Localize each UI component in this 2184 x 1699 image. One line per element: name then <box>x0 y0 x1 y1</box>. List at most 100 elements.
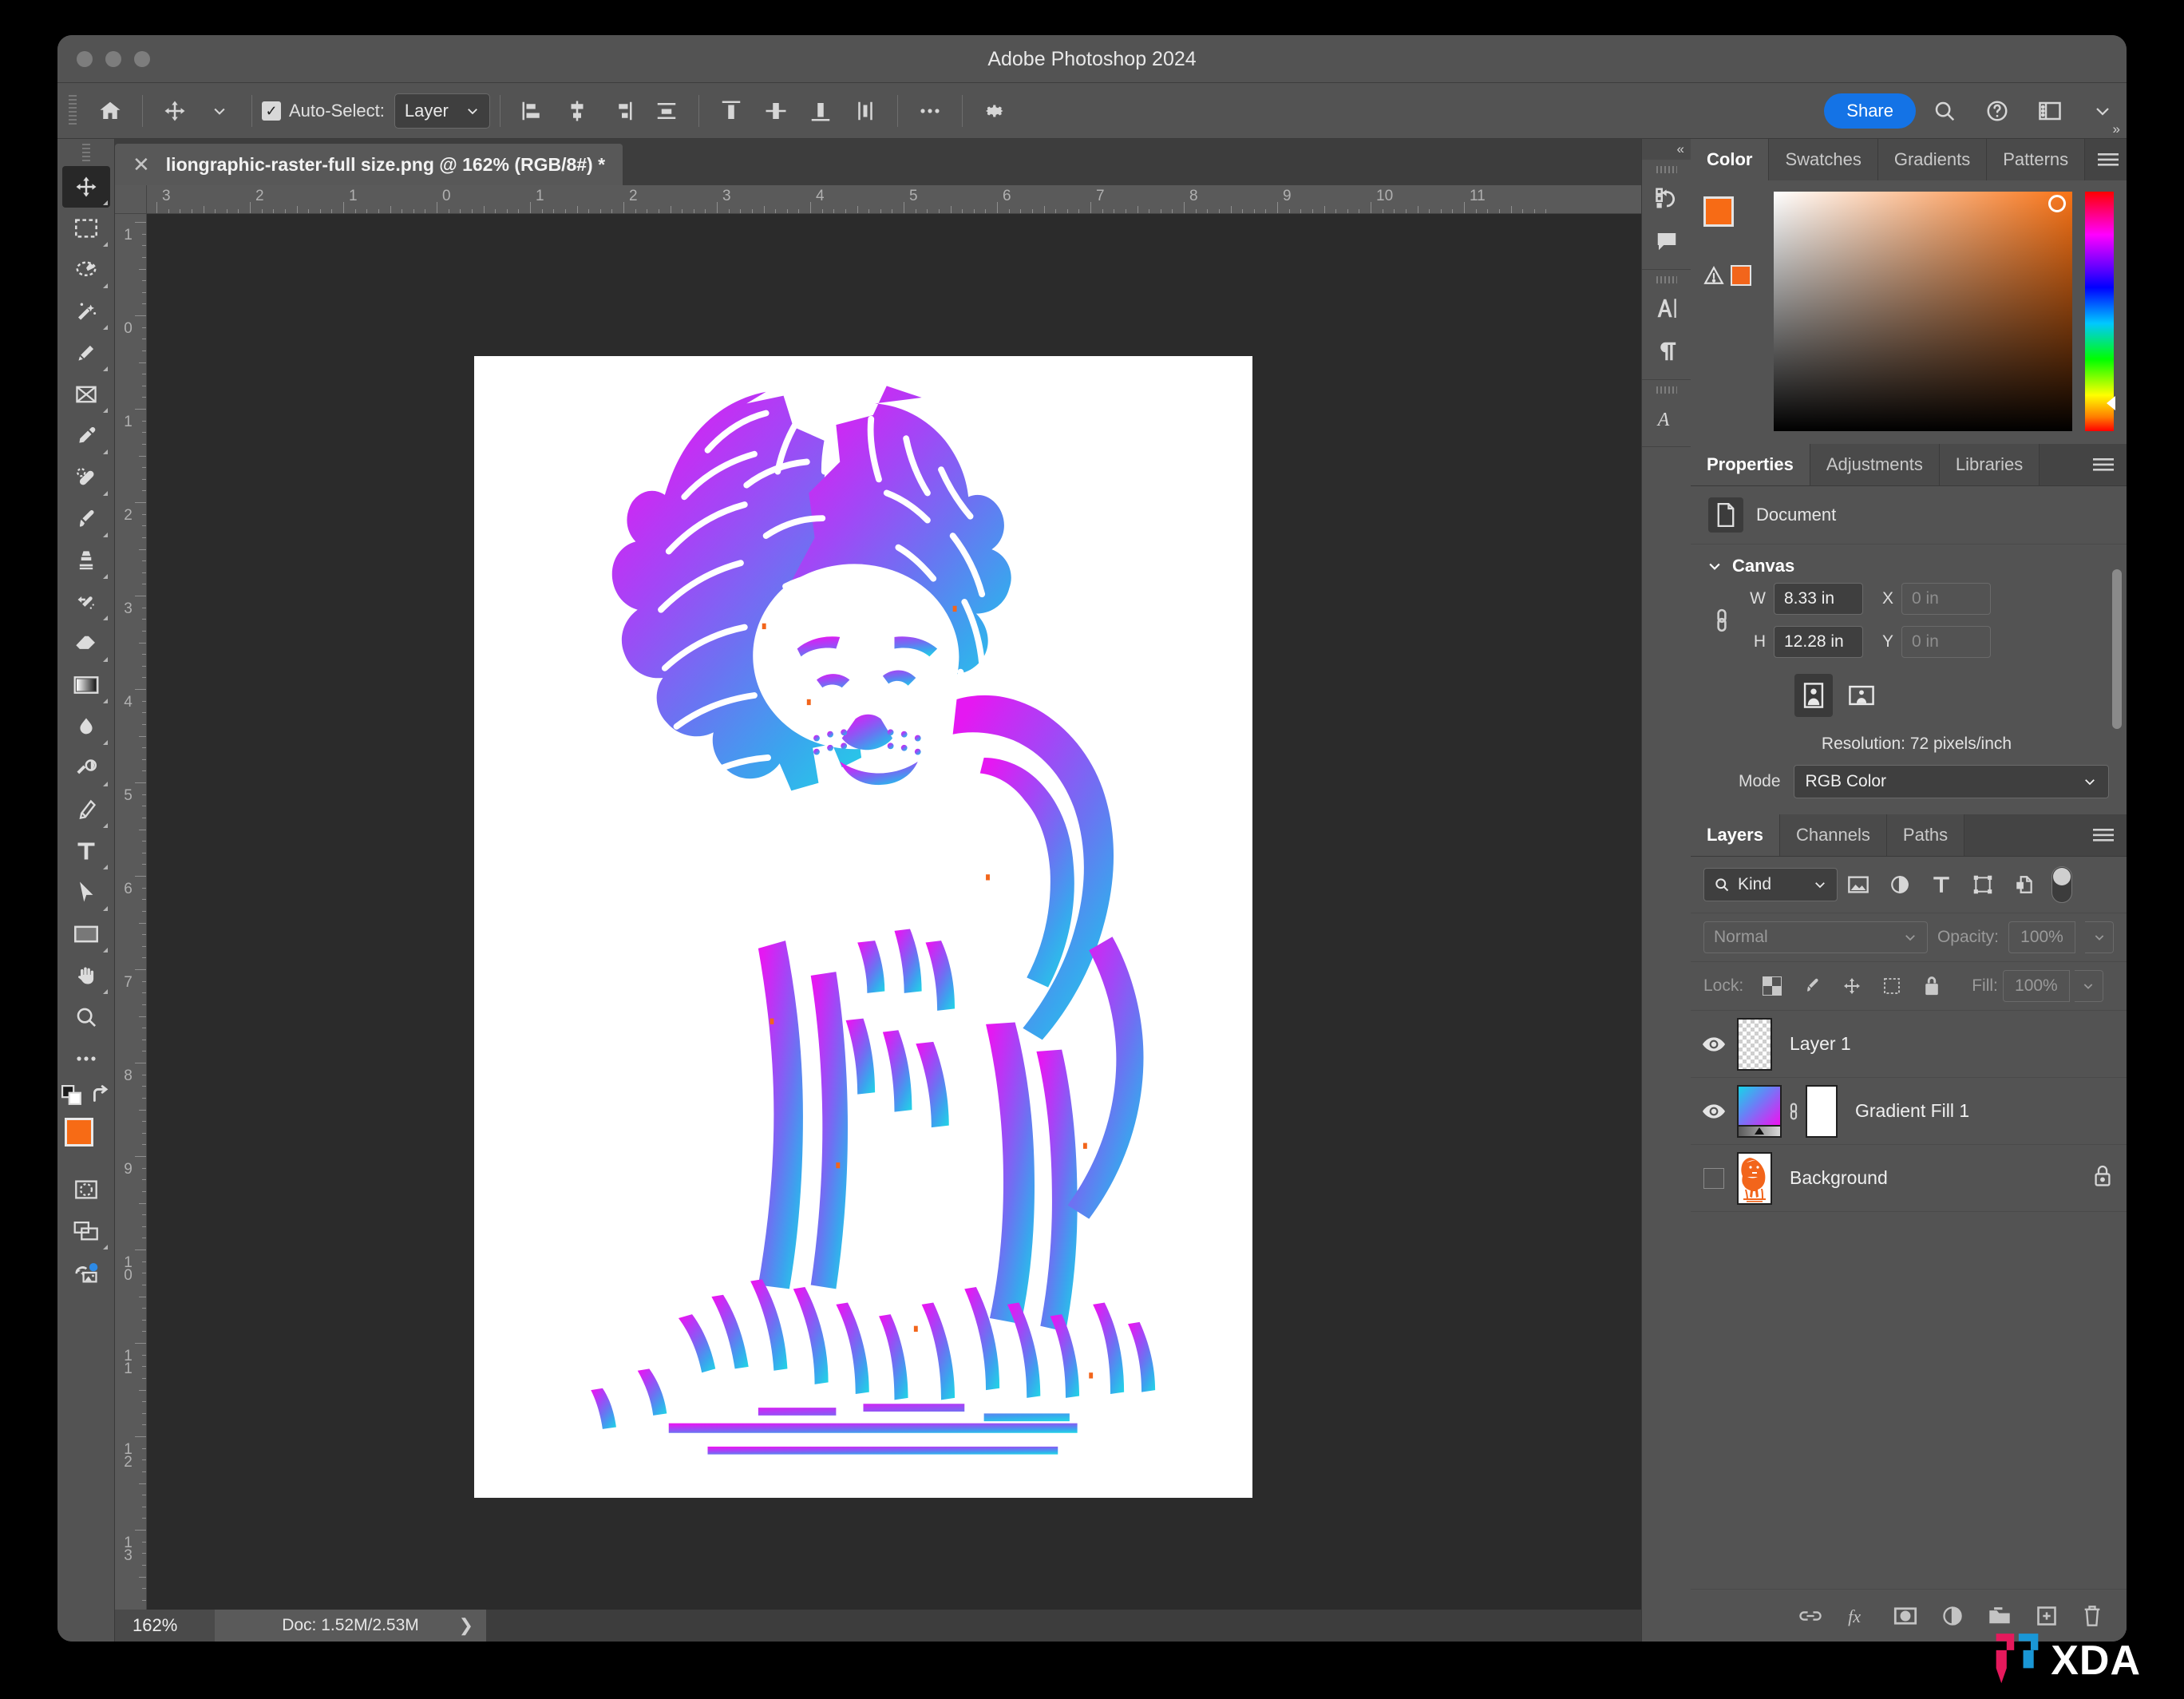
document-info[interactable]: Doc: 1.52M/2.53M ❯ <box>215 1610 486 1642</box>
filter-kind-dropdown[interactable]: Kind <box>1703 868 1838 901</box>
tab-channels[interactable]: Channels <box>1779 814 1887 856</box>
healing-brush-tool[interactable] <box>62 457 110 498</box>
vertical-ruler[interactable]: 1 0 1 2 3 4 5 6 7 8 9 10 11 12 13 <box>115 214 147 1610</box>
zoom-tool[interactable] <box>62 996 110 1038</box>
delete-layer-icon[interactable] <box>2082 1605 2103 1627</box>
layer-name[interactable]: Background <box>1790 1167 1888 1189</box>
color-picker-marker[interactable] <box>2048 195 2066 212</box>
layer-thumbnail[interactable] <box>1737 1151 1772 1205</box>
layer-visibility-toggle[interactable] <box>1691 1036 1737 1052</box>
gear-icon[interactable] <box>972 91 1017 131</box>
tool-preset-chevron-icon[interactable] <box>197 91 242 131</box>
width-input[interactable]: 8.33 in <box>1774 583 1863 615</box>
lock-all-icon[interactable] <box>1914 970 1949 1002</box>
gamut-safe-swatch[interactable] <box>1731 265 1751 286</box>
filter-type-icon[interactable] <box>1921 868 1962 901</box>
generative-fill-icon[interactable] <box>62 1252 110 1293</box>
glyphs-icon[interactable]: A <box>1644 397 1689 440</box>
eyedropper-tool[interactable] <box>62 415 110 457</box>
panel-menu-icon[interactable] <box>2080 814 2127 856</box>
new-adjustment-layer-icon[interactable] <box>1941 1605 1964 1627</box>
filter-pixel-icon[interactable] <box>1838 868 1879 901</box>
close-window-button[interactable] <box>77 51 93 67</box>
link-layers-icon[interactable] <box>1798 1607 1823 1625</box>
tab-patterns[interactable]: Patterns <box>1987 139 2086 180</box>
workspace-icon[interactable] <box>2026 91 2074 131</box>
tab-paths[interactable]: Paths <box>1886 814 1965 856</box>
move-tool[interactable] <box>61 166 110 208</box>
ellipsis-icon[interactable] <box>908 91 952 131</box>
rail-grip[interactable] <box>1656 386 1677 394</box>
layer-mask-thumbnail[interactable] <box>1806 1084 1838 1138</box>
paragraph-icon[interactable] <box>1644 330 1689 373</box>
double-chevron-right-icon[interactable]: » <box>2113 121 2120 137</box>
hue-slider[interactable] <box>2085 192 2115 431</box>
artboard[interactable] <box>474 356 1252 1498</box>
panel-menu-icon[interactable] <box>2080 444 2127 485</box>
clone-stamp-tool[interactable] <box>62 540 110 581</box>
foreground-background-colors[interactable] <box>63 1118 109 1161</box>
rectangular-marquee-tool[interactable] <box>62 208 110 249</box>
new-group-icon[interactable] <box>1988 1606 2012 1626</box>
align-bottom-icon[interactable] <box>798 91 843 131</box>
zoom-level[interactable]: 162% <box>115 1610 215 1642</box>
history-icon[interactable] <box>1644 176 1689 220</box>
portrait-orientation-icon[interactable] <box>1794 674 1833 717</box>
gradient-scrubber[interactable] <box>1737 1126 1782 1138</box>
path-selection-tool[interactable] <box>62 872 110 913</box>
edit-toolbar-icon[interactable] <box>62 1038 110 1079</box>
tab-layers[interactable]: Layers <box>1691 814 1780 856</box>
filter-shape-icon[interactable] <box>1962 868 2004 901</box>
blur-tool[interactable] <box>62 706 110 747</box>
distribute-horizontal-icon[interactable] <box>644 91 689 131</box>
tab-properties[interactable]: Properties <box>1691 444 1810 485</box>
screen-mode-icon[interactable] <box>62 1210 110 1252</box>
history-brush-tool[interactable] <box>62 581 110 623</box>
double-chevron-left-icon[interactable]: « <box>1642 139 1691 160</box>
hue-slider-marker[interactable] <box>2107 396 2115 410</box>
tab-adjustments[interactable]: Adjustments <box>1810 444 1940 485</box>
x-input[interactable]: 0 in <box>1901 583 1991 615</box>
pen-tool[interactable] <box>62 789 110 830</box>
ruler-corner[interactable] <box>115 185 147 214</box>
color-panel-fg-bg[interactable] <box>1703 196 1753 243</box>
link-dimensions-icon[interactable] <box>1708 606 1735 635</box>
move-tool-icon[interactable] <box>152 91 197 131</box>
fill-input[interactable]: 100% <box>2002 970 2070 1002</box>
quick-mask-icon[interactable] <box>62 1169 110 1210</box>
window-controls[interactable] <box>77 51 150 67</box>
add-mask-icon[interactable] <box>1893 1606 1917 1626</box>
character-icon[interactable] <box>1644 287 1689 330</box>
auto-select-dropdown[interactable]: Layer <box>394 93 490 129</box>
lasso-tool[interactable] <box>62 249 110 291</box>
quick-selection-tool[interactable] <box>62 332 110 374</box>
tab-gradients[interactable]: Gradients <box>1877 139 1988 180</box>
gradient-fill-thumbnail[interactable] <box>1737 1084 1782 1138</box>
tools-panel-grip[interactable] <box>81 144 90 161</box>
mode-dropdown[interactable]: RGB Color <box>1793 765 2109 798</box>
align-top-icon[interactable] <box>709 91 754 131</box>
lock-transparent-pixels-icon[interactable] <box>1755 970 1790 1002</box>
filter-adjustment-icon[interactable] <box>1879 868 1921 901</box>
layer-visibility-toggle[interactable] <box>1691 1167 1737 1189</box>
crop-tool[interactable] <box>62 374 110 415</box>
rectangle-tool[interactable] <box>62 913 110 955</box>
landscape-orientation-icon[interactable] <box>1842 674 1881 717</box>
align-horizontal-center-icon[interactable] <box>555 91 599 131</box>
brush-tool[interactable] <box>62 498 110 540</box>
share-button[interactable]: Share <box>1824 93 1916 129</box>
hand-tool[interactable] <box>62 955 110 996</box>
new-layer-icon[interactable] <box>2036 1605 2058 1627</box>
minimize-window-button[interactable] <box>105 51 121 67</box>
gamut-warning[interactable] <box>1703 265 1751 286</box>
fill-chevron-icon[interactable] <box>2074 970 2103 1002</box>
align-right-icon[interactable] <box>599 91 644 131</box>
layer-name[interactable]: Layer 1 <box>1790 1033 1851 1055</box>
layer-name[interactable]: Gradient Fill 1 <box>1855 1100 1969 1122</box>
options-bar-grip[interactable] <box>69 94 77 127</box>
rail-grip[interactable] <box>1656 276 1677 283</box>
type-tool[interactable] <box>62 830 110 872</box>
lock-image-pixels-icon[interactable] <box>1794 970 1830 1002</box>
tab-libraries[interactable]: Libraries <box>1939 444 2040 485</box>
search-icon[interactable] <box>1921 91 1968 131</box>
